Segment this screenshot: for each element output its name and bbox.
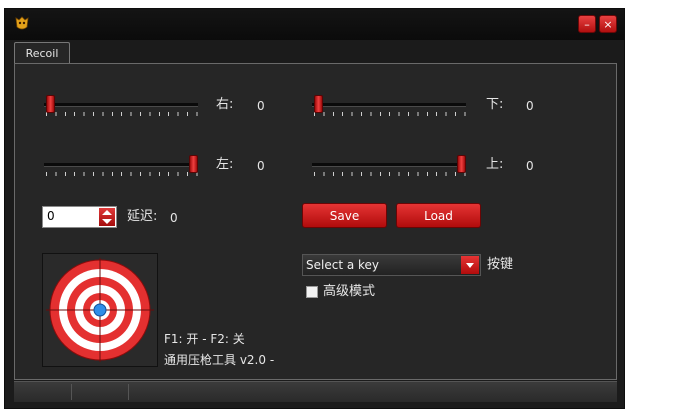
title-bar[interactable]: – × (5, 9, 624, 40)
key-select-label: 按键 (487, 257, 514, 272)
delay-input[interactable]: 0 (47, 209, 55, 223)
status-separator (71, 384, 72, 400)
minimize-icon: – (584, 18, 590, 31)
load-button[interactable]: Load (396, 203, 481, 228)
slider-ticks (46, 112, 198, 116)
advanced-mode-label: 高级模式 (323, 284, 376, 299)
slider-up-value: 0 (526, 159, 534, 173)
save-button[interactable]: Save (302, 203, 387, 228)
close-icon: × (603, 18, 613, 31)
arrow-up-icon[interactable] (102, 210, 112, 215)
slider-track (44, 163, 198, 167)
target-image (42, 253, 158, 367)
slider-track (312, 103, 466, 107)
slider-right-value: 0 (257, 99, 265, 113)
slider-ticks (314, 112, 466, 116)
status-separator (128, 384, 129, 400)
slider-left-value: 0 (257, 159, 265, 173)
delay-label: 延迟: (127, 209, 158, 224)
slider-thumb[interactable] (46, 95, 55, 113)
slider-down[interactable] (312, 95, 468, 121)
slider-down-label: 下: (486, 97, 504, 112)
app-logo-icon (15, 16, 29, 30)
tab-recoil[interactable]: Recoil (14, 42, 70, 64)
recoil-panel: 右: 0 下: 0 左: 0 上: 0 0 延迟: 0 Save Load Se… (14, 63, 617, 380)
arrow-down-icon[interactable] (102, 219, 112, 224)
chevron-down-icon[interactable] (461, 256, 479, 274)
slider-right[interactable] (44, 95, 200, 121)
app-name-text: 通用压枪工具 v2.0 - (164, 353, 275, 367)
slider-track (44, 103, 198, 107)
key-select[interactable]: Select a key (302, 254, 481, 276)
slider-thumb[interactable] (457, 155, 466, 173)
slider-ticks (46, 172, 198, 176)
status-bar (14, 381, 617, 402)
slider-left[interactable] (44, 155, 200, 181)
app-window: – × Recoil 右: 0 下: 0 左: 0 上: 0 0 延迟: 0 S… (4, 8, 625, 409)
hotkeys-text: F1: 开 - F2: 关 (164, 332, 245, 346)
delay-spinner[interactable]: 0 (42, 206, 117, 228)
slider-thumb[interactable] (314, 95, 323, 113)
spinner-arrows[interactable] (99, 208, 115, 226)
slider-thumb[interactable] (189, 155, 198, 173)
slider-down-value: 0 (526, 99, 534, 113)
slider-up[interactable] (312, 155, 468, 181)
slider-up-label: 上: (486, 157, 504, 172)
slider-ticks (314, 172, 466, 176)
target-icon (46, 258, 154, 362)
slider-track (312, 163, 466, 167)
close-button[interactable]: × (599, 15, 617, 33)
slider-left-label: 左: (216, 157, 234, 172)
key-select-value: Select a key (306, 258, 380, 272)
advanced-mode-checkbox[interactable] (306, 286, 318, 298)
slider-right-label: 右: (216, 97, 234, 112)
minimize-button[interactable]: – (578, 15, 596, 33)
delay-value: 0 (170, 211, 178, 225)
